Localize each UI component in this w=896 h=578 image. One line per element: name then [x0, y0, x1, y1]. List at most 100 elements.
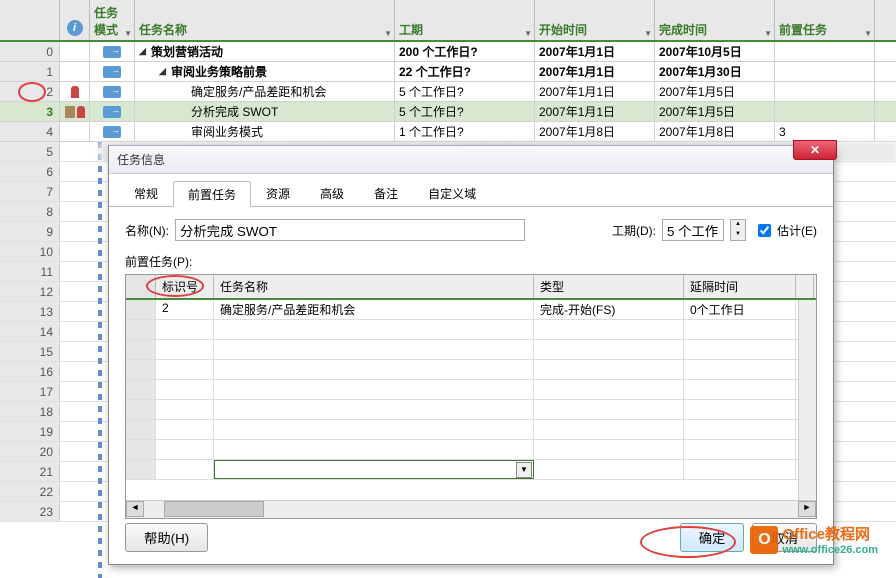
- tab-常规[interactable]: 常规: [119, 180, 173, 206]
- finish-cell[interactable]: 2007年1月8日: [655, 122, 775, 141]
- tab-资源[interactable]: 资源: [251, 180, 305, 206]
- duration-input[interactable]: [662, 219, 724, 241]
- pred-empty-row[interactable]: [126, 320, 816, 340]
- pred-lag-cell[interactable]: 0个工作日: [684, 300, 796, 319]
- duration-spinner[interactable]: ▲▼: [730, 219, 746, 241]
- row-number[interactable]: 11: [0, 262, 60, 281]
- row-number[interactable]: 18: [0, 402, 60, 421]
- task-name-cell[interactable]: 确定服务/产品差距和机会: [135, 82, 395, 101]
- dropdown-icon[interactable]: ▼: [384, 29, 392, 38]
- dropdown-icon[interactable]: ▼: [644, 29, 652, 38]
- start-cell[interactable]: 2007年1月1日: [535, 82, 655, 101]
- header-mode[interactable]: 任务 模式▼: [90, 0, 135, 40]
- vertical-scrollbar[interactable]: [798, 300, 816, 500]
- header-name[interactable]: 任务名称▼: [135, 0, 395, 40]
- row-number[interactable]: 6: [0, 162, 60, 181]
- duration-cell[interactable]: 22 个工作日?: [395, 62, 535, 81]
- pred-row[interactable]: 2 确定服务/产品差距和机会 完成-开始(FS) 0个工作日: [126, 300, 816, 320]
- dialog-titlebar[interactable]: 任务信息 ✕: [109, 146, 833, 174]
- pred-cell[interactable]: [775, 82, 875, 101]
- dropdown-icon[interactable]: ▼: [124, 29, 132, 38]
- start-cell[interactable]: 2007年1月1日: [535, 62, 655, 81]
- horizontal-scrollbar[interactable]: ◄ ►: [126, 500, 816, 518]
- row-number[interactable]: 16: [0, 362, 60, 381]
- header-rownum[interactable]: [0, 0, 60, 40]
- task-name-cell[interactable]: 分析完成 SWOT: [135, 102, 395, 121]
- header-duration[interactable]: 工期▼: [395, 0, 535, 40]
- pred-cell[interactable]: [775, 62, 875, 81]
- row-number[interactable]: 13: [0, 302, 60, 321]
- row-number[interactable]: 15: [0, 342, 60, 361]
- row-number[interactable]: 4: [0, 122, 60, 141]
- row-number[interactable]: 2: [0, 82, 60, 101]
- task-row[interactable]: 1 ◢审阅业务策略前景 22 个工作日? 2007年1月1日 2007年1月30…: [0, 62, 896, 82]
- start-cell[interactable]: 2007年1月1日: [535, 102, 655, 121]
- mode-cell[interactable]: [90, 122, 135, 141]
- duration-cell[interactable]: 5 个工作日?: [395, 102, 535, 121]
- row-number[interactable]: 12: [0, 282, 60, 301]
- close-button[interactable]: ✕: [793, 140, 837, 160]
- pane-divider[interactable]: [98, 142, 102, 578]
- finish-cell[interactable]: 2007年1月5日: [655, 82, 775, 101]
- row-number[interactable]: 5: [0, 142, 60, 161]
- pred-empty-row[interactable]: [126, 420, 816, 440]
- expand-icon[interactable]: ◢: [139, 46, 149, 57]
- task-row[interactable]: 0 ◢策划营销活动 200 个工作日? 2007年1月1日 2007年10月5日: [0, 42, 896, 62]
- task-row[interactable]: 4 审阅业务模式 1 个工作日? 2007年1月8日 2007年1月8日 3: [0, 122, 896, 142]
- row-number[interactable]: 22: [0, 482, 60, 501]
- pred-empty-row[interactable]: [126, 440, 816, 460]
- row-handle[interactable]: [126, 300, 156, 319]
- pred-header-name[interactable]: 任务名称: [214, 275, 534, 298]
- mode-cell[interactable]: [90, 82, 135, 101]
- pred-header-type[interactable]: 类型: [534, 275, 684, 298]
- duration-cell[interactable]: 200 个工作日?: [395, 42, 535, 61]
- pred-empty-row[interactable]: [126, 360, 816, 380]
- estimate-checkbox[interactable]: [758, 224, 771, 237]
- tab-自定义域[interactable]: 自定义域: [413, 180, 491, 206]
- pred-header-id[interactable]: 标识号: [156, 275, 214, 298]
- task-row[interactable]: 3 分析完成 SWOT 5 个工作日? 2007年1月1日 2007年1月5日: [0, 102, 896, 122]
- row-number[interactable]: 23: [0, 502, 60, 521]
- duration-cell[interactable]: 5 个工作日?: [395, 82, 535, 101]
- task-name-cell[interactable]: 审阅业务模式: [135, 122, 395, 141]
- row-number[interactable]: 20: [0, 442, 60, 461]
- pred-cell[interactable]: 3: [775, 122, 875, 141]
- tab-备注[interactable]: 备注: [359, 180, 413, 206]
- row-number[interactable]: 19: [0, 422, 60, 441]
- mode-cell[interactable]: [90, 42, 135, 61]
- dropdown-icon[interactable]: ▼: [524, 29, 532, 38]
- header-start[interactable]: 开始时间▼: [535, 0, 655, 40]
- pred-header-handle[interactable]: [126, 275, 156, 298]
- scroll-left-icon[interactable]: ◄: [126, 501, 144, 517]
- dropdown-icon[interactable]: ▼: [764, 29, 772, 38]
- mode-cell[interactable]: [90, 102, 135, 121]
- task-name-cell[interactable]: ◢策划营销活动: [135, 42, 395, 61]
- finish-cell[interactable]: 2007年1月5日: [655, 102, 775, 121]
- name-input[interactable]: [175, 219, 525, 241]
- pred-empty-row[interactable]: [126, 340, 816, 360]
- row-number[interactable]: 3: [0, 102, 60, 121]
- pred-edit-row[interactable]: ▼: [126, 460, 816, 480]
- row-number[interactable]: 14: [0, 322, 60, 341]
- tab-前置任务[interactable]: 前置任务: [173, 181, 251, 207]
- pred-name-cell[interactable]: 确定服务/产品差距和机会: [214, 300, 534, 319]
- pred-cell[interactable]: [775, 42, 875, 61]
- pred-header-lag[interactable]: 延隔时间: [684, 275, 796, 298]
- row-number[interactable]: 7: [0, 182, 60, 201]
- dropdown-icon[interactable]: ▼: [864, 29, 872, 38]
- row-number[interactable]: 0: [0, 42, 60, 61]
- header-info[interactable]: i: [60, 0, 90, 40]
- expand-icon[interactable]: ◢: [159, 66, 169, 77]
- duration-cell[interactable]: 1 个工作日?: [395, 122, 535, 141]
- task-row[interactable]: 2 确定服务/产品差距和机会 5 个工作日? 2007年1月1日 2007年1月…: [0, 82, 896, 102]
- start-cell[interactable]: 2007年1月1日: [535, 42, 655, 61]
- ok-button[interactable]: 确定: [680, 523, 745, 552]
- dropdown-icon[interactable]: ▼: [516, 462, 532, 478]
- header-finish[interactable]: 完成时间▼: [655, 0, 775, 40]
- tab-高级[interactable]: 高级: [305, 180, 359, 206]
- row-number[interactable]: 1: [0, 62, 60, 81]
- help-button[interactable]: 帮助(H): [125, 523, 208, 552]
- pred-id-cell[interactable]: 2: [156, 300, 214, 319]
- pred-cell[interactable]: [775, 102, 875, 121]
- pred-empty-row[interactable]: [126, 380, 816, 400]
